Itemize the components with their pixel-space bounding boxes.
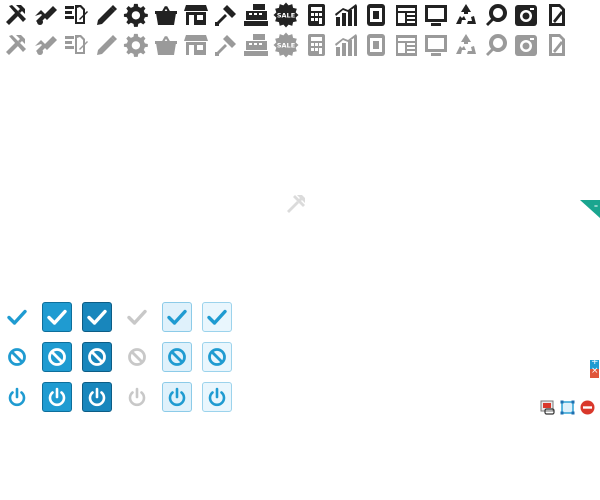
power-icon — [48, 387, 66, 407]
gear-icon — [123, 2, 151, 28]
button-grid — [0, 300, 240, 420]
storefront-icon — [183, 32, 211, 58]
recycle-icon — [453, 32, 481, 58]
sale-badge-icon: SALE — [273, 2, 301, 28]
corner-badge[interactable]: – — [580, 200, 600, 218]
power-icon — [88, 387, 106, 407]
block-button-solid-pressed[interactable] — [82, 342, 112, 372]
mobile-tablet-icon — [363, 2, 391, 28]
block-button-solid[interactable] — [42, 342, 72, 372]
block-icon — [208, 348, 226, 366]
tools-flip-icon — [33, 32, 61, 58]
tools-icon — [3, 32, 31, 58]
close-small-button[interactable]: × — [590, 366, 599, 378]
svg-text:–: – — [594, 201, 598, 210]
cash-register-icon — [243, 2, 271, 28]
shopping-basket-icon — [153, 2, 181, 28]
block-button-light[interactable] — [162, 342, 192, 372]
check-icon — [167, 309, 187, 325]
check-icon — [87, 309, 107, 325]
monitor-icon — [423, 32, 451, 58]
check-icon — [207, 309, 227, 325]
camera-icon — [513, 2, 541, 28]
magnifier-icon — [483, 2, 511, 28]
image-link-icon[interactable] — [540, 400, 555, 415]
newspaper-icon — [393, 32, 421, 58]
power-button-plain-gray[interactable] — [122, 382, 152, 412]
power-button-light[interactable] — [162, 382, 192, 412]
cash-register-icon — [243, 32, 271, 58]
crop-icon[interactable] — [560, 400, 575, 415]
block-icon — [88, 348, 106, 366]
gear-icon — [123, 32, 151, 58]
check-button-light[interactable] — [162, 302, 192, 332]
camera-icon — [513, 32, 541, 58]
newspaper-icon — [393, 2, 421, 28]
block-button-light-alt[interactable] — [202, 342, 232, 372]
power-button-solid-pressed[interactable] — [82, 382, 112, 412]
edit-document-icon — [543, 2, 571, 28]
check-icon — [7, 309, 27, 325]
check-button-light-alt[interactable] — [202, 302, 232, 332]
recycle-icon — [453, 2, 481, 28]
pencil-icon — [93, 32, 121, 58]
check-button-plain-gray[interactable] — [122, 302, 152, 332]
storefront-icon — [183, 2, 211, 28]
bar-chart-icon — [333, 32, 361, 58]
remove-icon[interactable] — [580, 400, 595, 415]
block-icon — [48, 348, 66, 366]
block-icon — [168, 348, 186, 366]
power-button-plain-blue[interactable] — [2, 382, 32, 412]
block-icon — [8, 348, 26, 366]
icon-row-dark: SALE — [3, 2, 573, 28]
magnifier-icon — [483, 32, 511, 58]
check-button-plain-blue[interactable] — [2, 302, 32, 332]
document-pen-icon — [63, 2, 91, 28]
tools-flip-icon — [33, 2, 61, 28]
power-icon — [128, 387, 146, 407]
edit-document-icon — [543, 32, 571, 58]
calculator-icon — [303, 2, 331, 28]
check-button-solid[interactable] — [42, 302, 72, 332]
bar-chart-icon — [333, 2, 361, 28]
monitor-icon — [423, 2, 451, 28]
svg-text:SALE: SALE — [277, 12, 295, 20]
power-icon — [208, 387, 226, 407]
check-icon — [127, 309, 147, 325]
mobile-tablet-icon — [363, 32, 391, 58]
block-button-plain-gray[interactable] — [122, 342, 152, 372]
tools-icon — [3, 2, 31, 28]
block-icon — [128, 348, 146, 366]
screwdriver-icon — [213, 2, 241, 28]
calculator-icon — [303, 32, 331, 58]
shopping-basket-icon — [153, 32, 181, 58]
document-pen-icon — [63, 32, 91, 58]
sale-badge-icon: SALE — [273, 32, 301, 58]
pencil-icon — [93, 2, 121, 28]
power-icon — [8, 387, 26, 407]
faint-tools-icon — [283, 191, 309, 217]
screwdriver-icon — [213, 32, 241, 58]
icon-row-light: SALE — [3, 32, 573, 58]
power-icon — [168, 387, 186, 407]
svg-text:SALE: SALE — [277, 42, 295, 50]
check-icon — [47, 309, 67, 325]
power-button-light-alt[interactable] — [202, 382, 232, 412]
power-button-solid[interactable] — [42, 382, 72, 412]
check-button-solid-pressed[interactable] — [82, 302, 112, 332]
block-button-plain-blue[interactable] — [2, 342, 32, 372]
